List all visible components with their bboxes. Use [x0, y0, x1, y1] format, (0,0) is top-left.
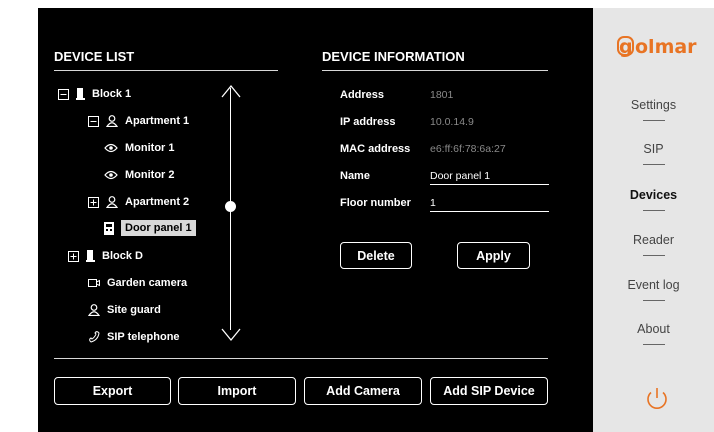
tree-item-label: Garden camera [107, 277, 188, 289]
scroll-down-icon[interactable] [220, 328, 242, 342]
device-info-divider [322, 70, 548, 71]
collapse-icon[interactable] [58, 88, 69, 100]
nav-sip[interactable]: SIP [593, 142, 714, 165]
tree-item-site-guard[interactable]: Site guard [88, 299, 161, 321]
tree-item-label: Door panel 1 [121, 220, 196, 236]
golmar-logo: g olmar [617, 36, 697, 58]
nav-about[interactable]: About [593, 322, 714, 345]
address-value: 1801 [430, 89, 454, 101]
floor-number-label: Floor number [340, 197, 411, 209]
tree-item-door-panel-1[interactable]: Door panel 1 [104, 217, 196, 239]
person-icon [106, 115, 118, 127]
scroll-up-icon[interactable] [220, 84, 242, 98]
export-button[interactable]: Export [54, 377, 171, 405]
add-camera-button[interactable]: Add Camera [304, 377, 422, 405]
eye-icon [104, 170, 118, 180]
camera-icon [88, 279, 100, 287]
tree-item-block-d[interactable]: Block D [68, 245, 143, 267]
tree-item-sip-telephone[interactable]: SIP telephone [88, 326, 180, 348]
nav-settings[interactable]: Settings [593, 98, 714, 121]
import-button[interactable]: Import [178, 377, 296, 405]
mac-address-label: MAC address [340, 143, 411, 155]
building-icon [76, 88, 85, 100]
nav-reader[interactable]: Reader [593, 233, 714, 256]
nav-event-log[interactable]: Event log [593, 278, 714, 301]
sidebar [593, 8, 714, 432]
tree-item-label: Monitor 1 [125, 142, 175, 154]
tree-item-block-1[interactable]: Block 1 [58, 83, 131, 105]
person-icon [88, 304, 100, 316]
device-list-divider [54, 70, 278, 71]
eye-icon [104, 143, 118, 153]
apply-button[interactable]: Apply [457, 242, 530, 269]
expand-icon[interactable] [88, 196, 99, 208]
device-list-title: DEVICE LIST [54, 49, 135, 64]
name-label: Name [340, 170, 370, 182]
nav-devices[interactable]: Devices [593, 188, 714, 211]
name-input[interactable]: Door panel 1 [430, 170, 549, 185]
phone-icon [88, 331, 100, 343]
tree-item-label: Apartment 1 [125, 115, 190, 127]
collapse-icon[interactable] [88, 115, 99, 127]
tree-item-label: Monitor 2 [125, 169, 175, 181]
add-sip-device-button[interactable]: Add SIP Device [430, 377, 548, 405]
expand-icon[interactable] [68, 250, 79, 262]
tree-item-apartment-1[interactable]: Apartment 1 [88, 110, 189, 132]
tree-item-apartment-2[interactable]: Apartment 2 [88, 191, 189, 213]
tree-item-label: Apartment 2 [125, 196, 190, 208]
floor-number-input[interactable]: 1 [430, 197, 549, 212]
door-panel-icon [104, 221, 114, 235]
footer-divider [54, 358, 548, 359]
device-info-title: DEVICE INFORMATION [322, 49, 465, 64]
building-icon [86, 250, 95, 262]
person-icon [106, 196, 118, 208]
tree-item-garden-camera[interactable]: Garden camera [88, 272, 187, 294]
tree-item-monitor-2[interactable]: Monitor 2 [104, 164, 175, 186]
address-label: Address [340, 89, 385, 101]
tree-item-label: Block 1 [92, 88, 132, 100]
tree-item-monitor-1[interactable]: Monitor 1 [104, 137, 175, 159]
tree-item-label: Site guard [107, 304, 161, 316]
ip-address-label: IP address [340, 116, 396, 128]
scrollbar-thumb[interactable] [225, 201, 236, 212]
tree-item-label: SIP telephone [107, 331, 180, 343]
tree-item-label: Block D [102, 250, 143, 262]
delete-button[interactable]: Delete [340, 242, 412, 269]
power-icon[interactable] [643, 385, 671, 413]
mac-address-value: e6:ff:6f:78:6a:27 [430, 143, 506, 155]
ip-address-value: 10.0.14.9 [430, 116, 474, 128]
